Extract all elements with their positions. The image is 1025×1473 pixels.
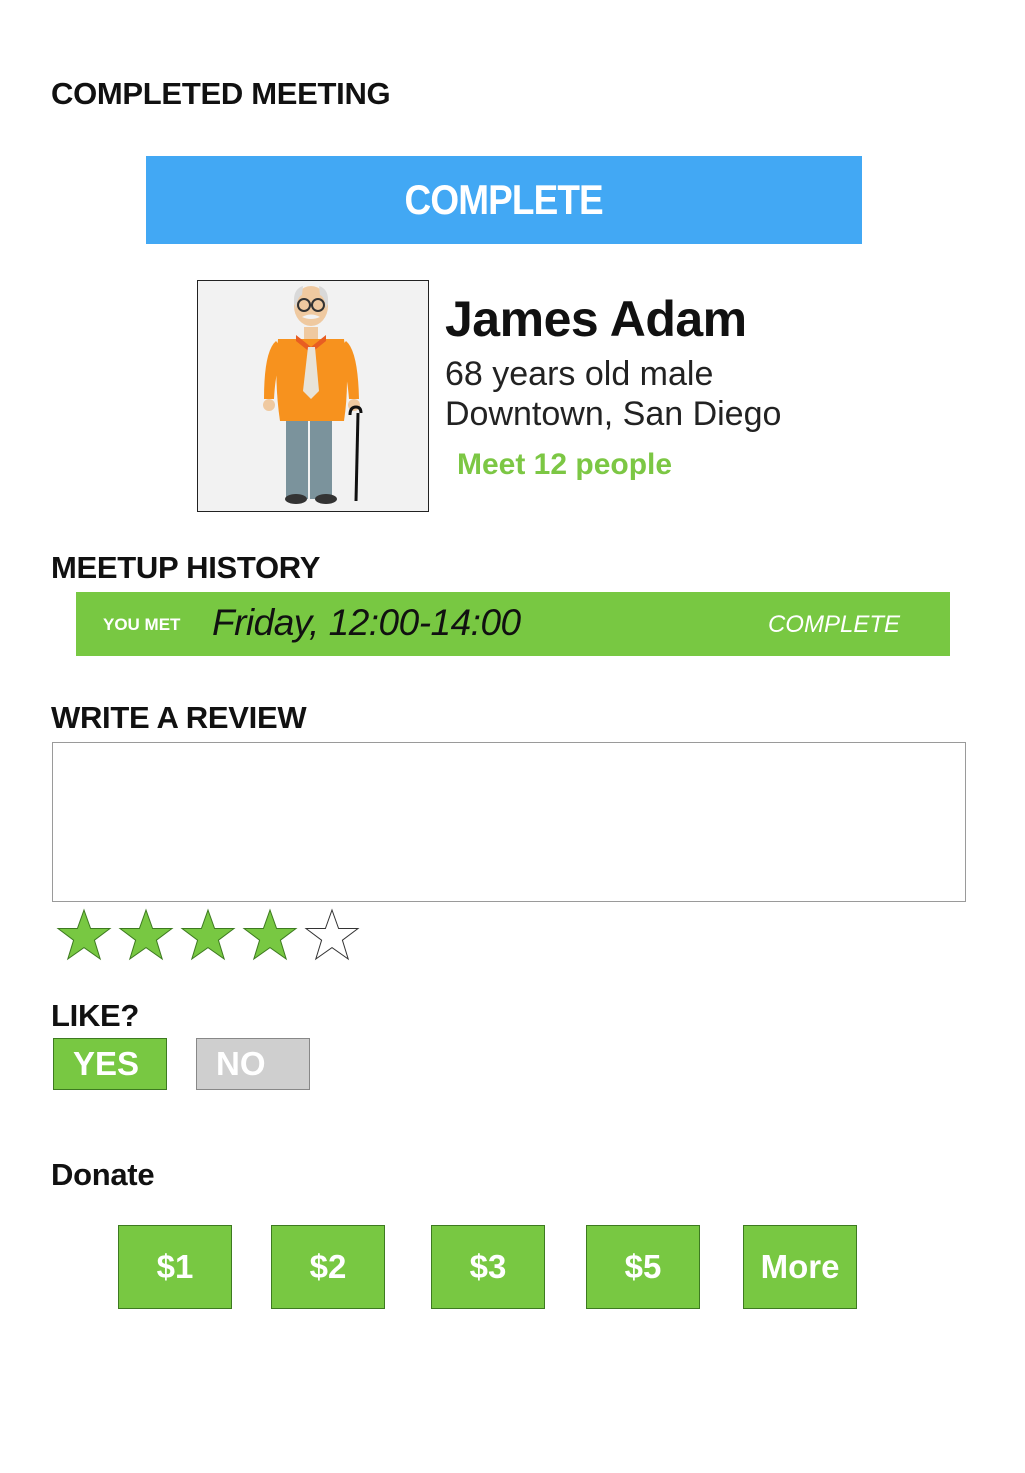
like-yes-button[interactable]: YES [53, 1038, 167, 1090]
status-banner: COMPLETE [146, 156, 862, 244]
donate-heading: Donate [51, 1157, 155, 1192]
history-entry-time: Friday, 12:00-14:00 [212, 602, 521, 643]
history-entry-status: COMPLETE [767, 611, 900, 638]
elderly-man-with-cane-icon [263, 286, 363, 504]
star-filled-icon[interactable] [180, 908, 236, 962]
star-empty-icon[interactable] [304, 908, 360, 962]
profile-age-gender: 68 years old male [445, 355, 714, 393]
donate-more-button[interactable]: More [743, 1225, 857, 1309]
donate-2-button[interactable]: $2 [271, 1225, 385, 1309]
avatar [197, 280, 429, 512]
meetup-history-heading: MEETUP HISTORY [51, 550, 321, 585]
profile-name: James Adam [445, 291, 747, 347]
like-no-button[interactable]: NO [196, 1038, 310, 1090]
history-entry-prefix: YOU MET [103, 615, 181, 634]
donate-5-button[interactable]: $5 [586, 1225, 700, 1309]
star-filled-icon[interactable] [242, 908, 298, 962]
profile-meet-count: Meet 12 people [457, 448, 673, 481]
donate-3-button[interactable]: $3 [431, 1225, 545, 1309]
write-review-heading: WRITE A REVIEW [51, 700, 307, 735]
status-banner-label: COMPLETE [404, 176, 604, 223]
review-textarea[interactable] [52, 742, 966, 902]
like-heading: LIKE? [51, 998, 140, 1033]
donate-1-button[interactable]: $1 [118, 1225, 232, 1309]
history-entry[interactable]: YOU MET Friday, 12:00-14:00 COMPLETE [76, 592, 950, 656]
star-filled-icon[interactable] [56, 908, 112, 962]
star-rating[interactable] [56, 908, 360, 962]
page-title: COMPLETED MEETING [51, 76, 391, 111]
profile-location: Downtown, San Diego [445, 395, 782, 433]
star-filled-icon[interactable] [118, 908, 174, 962]
